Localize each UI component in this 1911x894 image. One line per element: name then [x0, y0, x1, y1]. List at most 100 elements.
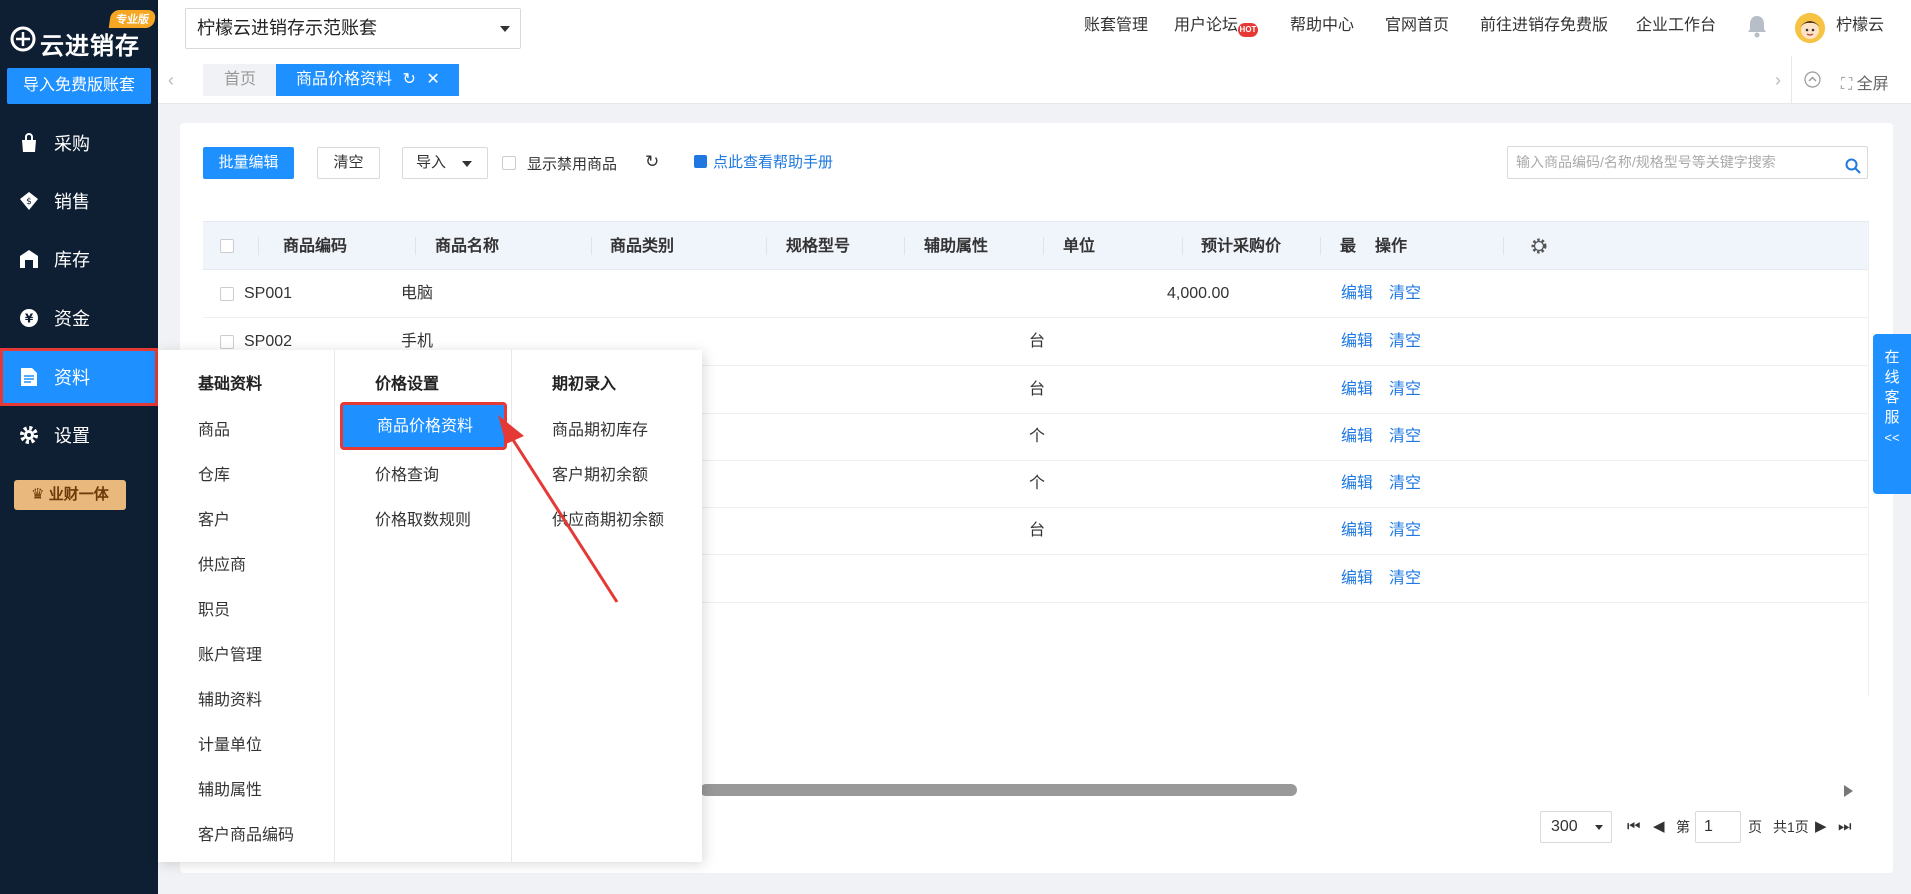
sidebar-item-funds[interactable]: ¥ 资金 — [0, 289, 158, 347]
menu-item-customer-product-code[interactable]: 客户商品编码 — [198, 821, 294, 845]
column-separator — [766, 237, 767, 255]
edit-link[interactable]: 编辑 — [1341, 413, 1373, 460]
page-size-select[interactable]: 300 — [1540, 811, 1612, 843]
menu-item-customer[interactable]: 客户 — [198, 506, 230, 530]
menu-column-price: 价格设置 商品价格资料 价格查询 价格取数规则 — [334, 350, 511, 862]
search-input[interactable]: 输入商品编码/名称/规格型号等关键字搜索 — [1507, 146, 1868, 179]
refresh-icon[interactable]: ↻ — [402, 71, 415, 88]
tab-home[interactable]: 首页 — [203, 64, 277, 96]
account-select[interactable]: 柠檬云进销存示范账套 — [185, 8, 521, 49]
show-disabled-label: 显示禁用商品 — [527, 156, 618, 173]
batch-edit-button[interactable]: 批量编辑 — [203, 147, 294, 179]
menu-item-employee[interactable]: 职员 — [198, 596, 230, 620]
page-input[interactable]: 1 — [1695, 811, 1741, 843]
row-checkbox[interactable] — [220, 287, 234, 301]
column-separator — [591, 237, 592, 255]
avatar[interactable] — [1795, 13, 1825, 43]
import-free-account-button[interactable]: 导入免费版账套 — [7, 68, 151, 104]
sidebar-item-inventory[interactable]: 库存 — [0, 230, 158, 288]
header-purchase-price[interactable]: 预计采购价 — [1201, 222, 1281, 271]
online-service-button[interactable]: 在线客服 << — [1873, 334, 1911, 494]
menu-item-aux-data[interactable]: 辅助资料 — [198, 686, 262, 710]
close-icon[interactable]: ✕ — [426, 71, 439, 88]
document-icon — [17, 365, 41, 389]
header-name[interactable]: 商品名称 — [435, 222, 499, 271]
tab-product-price[interactable]: 商品价格资料 ↻ ✕ — [276, 64, 459, 96]
clear-link[interactable]: 清空 — [1389, 555, 1421, 602]
sidebar: 云进销存 专业版 导入免费版账套 采购 $ 销售 库存 ¥ 资金 资料 设置 ♛… — [0, 0, 158, 894]
official-site-link[interactable]: 官网首页 — [1385, 15, 1449, 37]
chevron-right-icon[interactable]: › — [1775, 70, 1781, 91]
vip-badge[interactable]: ♛ 业财一体 — [14, 480, 126, 510]
forum-link[interactable]: 用户论坛 HOT — [1174, 15, 1258, 37]
column-settings-gear-icon[interactable] — [1530, 237, 1548, 259]
menu-item-price-rules[interactable]: 价格取数规则 — [375, 506, 471, 530]
menu-item-aux-attr[interactable]: 辅助属性 — [198, 776, 262, 800]
header-unit[interactable]: 单位 — [1063, 222, 1095, 271]
menu-item-supplier[interactable]: 供应商 — [198, 551, 246, 575]
clear-link[interactable]: 清空 — [1389, 413, 1421, 460]
edit-link[interactable]: 编辑 — [1341, 318, 1373, 365]
edit-link[interactable]: 编辑 — [1341, 507, 1373, 554]
first-page-icon[interactable]: ⏮ — [1627, 816, 1641, 838]
edition-badge: 专业版 — [108, 10, 157, 28]
header-category[interactable]: 商品类别 — [610, 222, 674, 271]
bell-icon[interactable] — [1746, 14, 1768, 42]
scroll-right-arrow-icon[interactable] — [1844, 785, 1853, 797]
next-page-icon[interactable]: ▶ — [1815, 816, 1827, 838]
clear-link[interactable]: 清空 — [1389, 460, 1421, 507]
edit-link[interactable]: 编辑 — [1341, 270, 1373, 317]
expand-icon: ⛶ — [1841, 76, 1853, 93]
chevron-left-icon[interactable]: ‹ — [168, 70, 174, 91]
search-icon[interactable] — [1845, 154, 1861, 185]
select-all-checkbox[interactable] — [220, 239, 234, 253]
account-management-link[interactable]: 账套管理 — [1084, 15, 1148, 37]
sidebar-item-purchase[interactable]: 采购 — [0, 114, 158, 172]
clear-link[interactable]: 清空 — [1389, 270, 1421, 317]
menu-item-product[interactable]: 商品 — [198, 416, 230, 440]
menu-item-account-management[interactable]: 账户管理 — [198, 641, 262, 665]
menu-heading-basic: 基础资料 — [198, 376, 263, 393]
horizontal-scrollbar[interactable] — [700, 784, 1297, 796]
row-checkbox[interactable] — [220, 335, 234, 349]
last-page-icon[interactable]: ⏭ — [1838, 816, 1852, 838]
collapse-up-icon[interactable] — [1804, 71, 1821, 92]
help-center-link[interactable]: 帮助中心 — [1290, 15, 1354, 37]
show-disabled-checkbox[interactable] — [502, 156, 516, 170]
clear-link[interactable]: 清空 — [1389, 507, 1421, 554]
help-manual-link[interactable]: 点此查看帮助手册 — [694, 151, 833, 172]
logo[interactable]: 云进销存 专业版 — [10, 10, 157, 60]
sidebar-item-sales[interactable]: $ 销售 — [0, 172, 158, 230]
free-edition-link[interactable]: 前往进销存免费版 — [1480, 15, 1608, 37]
enterprise-workbench-link[interactable]: 企业工作台 — [1636, 15, 1716, 37]
clear-button[interactable]: 清空 — [317, 147, 380, 179]
sidebar-item-settings[interactable]: 设置 — [0, 406, 158, 464]
clear-link[interactable]: 清空 — [1389, 366, 1421, 413]
edit-link[interactable]: 编辑 — [1341, 366, 1373, 413]
table-row[interactable]: SP001 电脑 4,000.00 编辑 清空 — [203, 270, 1868, 318]
refresh-icon[interactable]: ↻ — [645, 152, 659, 172]
prev-page-icon[interactable]: ◀ — [1653, 816, 1665, 838]
menu-item-unit[interactable]: 计量单位 — [198, 731, 262, 755]
help-label: 点此查看帮助手册 — [713, 154, 834, 171]
header-aux-attr[interactable]: 辅助属性 — [924, 222, 988, 271]
column-separator — [1043, 237, 1044, 255]
sidebar-item-data[interactable]: 资料 — [0, 348, 158, 406]
menu-item-warehouse[interactable]: 仓库 — [198, 461, 230, 485]
menu-item-price-query[interactable]: 价格查询 — [375, 461, 439, 485]
header-truncated[interactable]: 最 — [1340, 222, 1360, 271]
username[interactable]: 柠檬云 — [1836, 15, 1884, 37]
import-dropdown[interactable]: 导入 — [402, 147, 488, 179]
edit-link[interactable]: 编辑 — [1341, 555, 1373, 602]
fullscreen-button[interactable]: ⛶ 全屏 — [1841, 70, 1889, 94]
sidebar-item-label: 设置 — [54, 426, 90, 446]
tabs-bar: ‹ 首页 商品价格资料 ↻ ✕ › ⛶ 全屏 — [158, 56, 1911, 104]
column-separator — [258, 237, 259, 255]
header-spec[interactable]: 规格型号 — [786, 222, 850, 271]
header-code[interactable]: 商品编码 — [283, 222, 347, 271]
menu-item-product-price[interactable]: 商品价格资料 — [340, 402, 507, 450]
page-size-value: 300 — [1551, 818, 1578, 835]
edit-link[interactable]: 编辑 — [1341, 460, 1373, 507]
column-separator — [1503, 237, 1504, 255]
clear-link[interactable]: 清空 — [1389, 318, 1421, 365]
